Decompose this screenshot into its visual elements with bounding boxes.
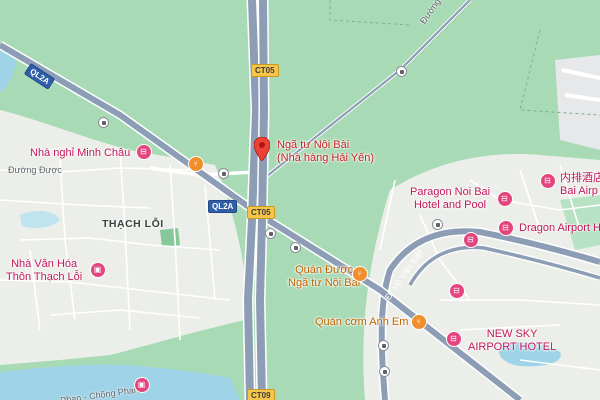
restaurant-icon[interactable]: ⑂ — [188, 156, 204, 172]
place-label-paragon[interactable]: Paragon Noi Bai Hotel and Pool — [410, 186, 490, 211]
restaurant-icon[interactable]: ⑂ — [352, 266, 368, 282]
route-shield-ct05-top: CT05 — [251, 64, 279, 77]
place-name-line1: Ngã tư Nội Bài — [277, 139, 350, 151]
bus-stop-icon[interactable] — [98, 117, 109, 128]
street-label-duong-duoc: Đường Được — [8, 165, 62, 175]
hotel-bed-icon[interactable]: ⊟ — [497, 191, 513, 207]
bus-stop-icon[interactable] — [379, 366, 390, 377]
place-name-line1: Nhà Văn Hóa — [11, 258, 78, 270]
bus-stop-icon[interactable] — [432, 219, 443, 230]
airport-area — [555, 55, 600, 150]
route-shield-ct09: CT09 — [247, 389, 275, 400]
place-name-line2: (Nhà hàng Hải Yến) — [277, 151, 375, 164]
place-name-line2: Ngã tư Nội Bài — [288, 276, 361, 289]
place-name-line1: NEW SKY — [486, 328, 538, 340]
map-pin-icon[interactable] — [254, 137, 270, 161]
bus-stop-icon[interactable] — [378, 340, 389, 351]
place-name-line2: AIRPORT HOTEL — [468, 340, 557, 353]
place-name-line1: Paragon Noi Bai — [410, 186, 491, 198]
bus-stop-icon[interactable] — [290, 242, 301, 253]
place-name-line1: Quán Được — [295, 264, 354, 276]
area-label-thach-loi: THẠCH LỖI — [102, 218, 164, 230]
place-name-line2: Hotel and Pool — [413, 198, 487, 211]
hotel-bed-icon[interactable]: ⊟ — [540, 173, 556, 189]
place-label-nga-tu-noi-bai[interactable]: Ngã tư Nội Bài (Nhà hàng Hải Yến) — [277, 139, 374, 164]
community-building-icon[interactable]: ▣ — [134, 377, 150, 393]
place-name-line2: Thôn Thạch Lỗi — [6, 270, 83, 283]
bus-stop-icon[interactable] — [396, 66, 407, 77]
hotel-bed-icon[interactable]: ⊟ — [449, 283, 465, 299]
route-shield-ct05-mid: CT05 — [247, 206, 275, 219]
hotel-bed-icon[interactable]: ⊟ — [463, 232, 479, 248]
map-canvas[interactable]: CT05 CT05 CT09 QL2A QL2A Đường Được Đườn… — [0, 0, 600, 400]
hotel-bed-icon[interactable]: ⊟ — [446, 331, 462, 347]
route-shield-ql2a-mid: QL2A — [208, 200, 238, 213]
place-label-quan-duoc[interactable]: Quán Được Ngã tư Nội Bài — [288, 264, 360, 289]
community-building-icon[interactable]: ▣ — [90, 262, 106, 278]
restaurant-icon[interactable]: ⑂ — [411, 314, 427, 330]
bus-stop-icon[interactable] — [265, 228, 276, 239]
bus-stop-icon[interactable] — [218, 168, 229, 179]
place-label-new-sky[interactable]: NEW SKY AIRPORT HOTEL — [468, 328, 556, 353]
park-patch — [160, 228, 180, 247]
place-name-line1: 内排酒店 — [560, 172, 600, 184]
place-label-nha-van-hoa[interactable]: Nhà Văn Hóa Thôn Thạch Lỗi — [6, 258, 82, 283]
hotel-bed-icon[interactable]: ⊟ — [498, 220, 514, 236]
place-label-quan-com[interactable]: Quán cơm Anh Em — [315, 316, 408, 329]
hotel-bed-icon[interactable]: ⊟ — [136, 144, 152, 160]
place-name-line2: Bai Airp — [560, 184, 598, 197]
place-label-dragon[interactable]: Dragon Airport Hotel — [519, 222, 600, 235]
place-label-airport-hotel-cn[interactable]: 内排酒店 Bai Airp — [560, 172, 600, 197]
place-label-nha-nghi[interactable]: Nhà nghỉ Minh Châu — [30, 147, 130, 160]
